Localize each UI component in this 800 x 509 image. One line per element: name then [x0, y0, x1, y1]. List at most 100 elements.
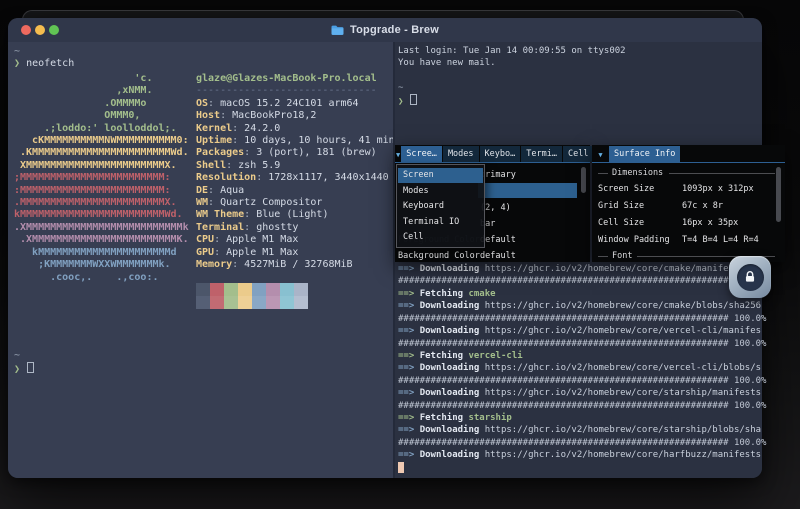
window-titlebar[interactable]: Topgrade - Brew: [8, 18, 762, 43]
ascii-art-line: XMMMMMMMMMMMMMMMMMMMMMMMX.: [14, 160, 189, 172]
palette-swatch: [280, 283, 294, 296]
ascii-art-line: .KMMMMMMMMMMMMMMMMMMMMMMMWd.: [14, 147, 189, 159]
neofetch-user-host: glaze@Glazes-MacBook-Pro.local: [196, 73, 395, 85]
ascii-art-line: :MMMMMMMMMMMMMMMMMMMMMMMM:: [14, 185, 189, 197]
neofetch-info-row: Host: MacBookPro18,2: [196, 110, 395, 122]
selected-table-row[interactable]: [478, 183, 577, 198]
tab-termi[interactable]: Termi…: [521, 146, 562, 162]
surface-info-panel[interactable]: ▼ Surface Info Dimensions Screen Size109…: [592, 145, 785, 262]
collapse-arrow-icon[interactable]: ▼: [593, 147, 608, 162]
surface-info-label: Cell Size: [598, 218, 644, 228]
section-title: Dimensions: [612, 168, 663, 178]
ascii-art-line: ;MMMMMMMMMMMMMMMMMMMMMMMM:: [14, 172, 189, 184]
window-title: Topgrade - Brew: [350, 24, 439, 36]
terminal-pane-left[interactable]: ~ ❯ neofetch 'c. ,xNMM. .OMMMMo OMMM0, .…: [8, 42, 393, 478]
command-text: neofetch: [26, 58, 74, 69]
brew-output-line: ==> Downloading https://ghcr.io/v2/homeb…: [398, 263, 766, 275]
dropdown-item-modes[interactable]: Modes: [398, 184, 483, 199]
separator-line: [598, 256, 608, 257]
dropdown-item-keyboard[interactable]: Keyboard: [398, 199, 483, 214]
brew-output-line: ==> Downloading https://ghcr.io/v2/homeb…: [398, 424, 766, 436]
palette-swatch: [210, 283, 224, 296]
palette-swatch: [280, 296, 294, 309]
tab-cell[interactable]: Cell: [563, 146, 593, 162]
surface-info-value: 16px x 35px: [682, 218, 738, 228]
neofetch-info-row: OS: macOS 15.2 24C101 arm64: [196, 98, 395, 110]
brew-output-line: ==> Downloading https://ghcr.io/v2/homeb…: [398, 449, 766, 461]
ascii-art-line: .OMMMMo: [14, 98, 189, 110]
palette-swatch: [238, 283, 252, 296]
ascii-art-line: .MMMMMMMMMMMMMMMMMMMMMMMMX.: [14, 197, 189, 209]
palette-swatch: [224, 283, 238, 296]
brew-output-line: ==> Downloading https://ghcr.io/v2/homeb…: [398, 362, 766, 374]
separator-line: [669, 173, 775, 174]
surface-info-label: Window Padding: [598, 235, 670, 245]
section-title: Font: [612, 251, 632, 261]
scrollbar[interactable]: [581, 167, 586, 193]
inspector-panel[interactable]: ▼ Scree…ModesKeybo…Termi…Cell primary(2,…: [395, 145, 590, 262]
ascii-art-line: cKMMMMMMMMMMNWMMMMMMMMMM0:: [14, 135, 189, 147]
neofetch-info-row: WM: Quartz Compositor: [196, 197, 395, 209]
brew-output-line: ==> Fetching vercel-cli: [398, 350, 766, 362]
tab-keybo[interactable]: Keybo…: [480, 146, 521, 162]
ascii-art-line: OMMM0,: [14, 110, 189, 122]
neofetch-info-row: Terminal: ghostty: [196, 222, 395, 234]
neofetch-info-row: WM Theme: Blue (Light): [196, 209, 395, 221]
neofetch-info-row: Resolution: 1728x1117, 3440x1440: [196, 172, 395, 184]
neofetch-info: glaze@Glazes-MacBook-Pro.local ---------…: [196, 73, 395, 272]
tab-surface-info[interactable]: Surface Info: [609, 146, 680, 162]
neofetch-ascii-art: 'c. ,xNMM. .OMMMMo OMMM0, .;loddo:' lool…: [14, 73, 189, 284]
brew-output-line: ########################################…: [398, 313, 766, 325]
brew-output-line: ==> Downloading https://ghcr.io/v2/homeb…: [398, 300, 766, 312]
dropdown-item-screen[interactable]: Screen: [398, 168, 483, 183]
surface-info-value: 67c x 8r: [682, 201, 723, 211]
table-row-label: Background Color: [398, 251, 480, 261]
brew-output-line: ########################################…: [398, 275, 766, 287]
surface-info-value: T=4 B=4 L=4 R=4: [682, 235, 759, 245]
dropdown-item-cell[interactable]: Cell: [398, 230, 483, 245]
brew-output-line: ==> Downloading https://ghcr.io/v2/homeb…: [398, 325, 766, 337]
neofetch-info-row: Kernel: 24.2.0: [196, 123, 395, 135]
palette-swatch: [252, 283, 266, 296]
lock-overlay-button[interactable]: [729, 256, 771, 298]
brew-output-line: ==> Fetching cmake: [398, 288, 766, 300]
neofetch-info-row: GPU: Apple M1 Max: [196, 247, 395, 259]
terminal-cursor-block: [398, 462, 404, 473]
ascii-art-line: .;loddo:' loolloddol;.: [14, 123, 189, 135]
terminal-cursor-hollow: [410, 94, 417, 105]
brew-output-line: ########################################…: [398, 375, 766, 387]
brew-output-line: ==> Fetching starship: [398, 412, 766, 424]
neofetch-info-row: Memory: 4527MiB / 32768MiB: [196, 259, 395, 271]
scrollbar[interactable]: [776, 167, 781, 222]
palette-swatch: [294, 296, 308, 309]
brew-output-line: ########################################…: [398, 437, 766, 449]
palette-swatch: [238, 296, 252, 309]
terminal-cursor-hollow: [27, 362, 34, 373]
table-row-value: default: [480, 251, 516, 261]
prompt-path-line: ~: [14, 350, 20, 362]
desktop: { "colors": { "green": "#a3be8c", "yello…: [0, 0, 800, 509]
brew-output-line: ==> Downloading https://ghcr.io/v2/homeb…: [398, 387, 766, 399]
table-row-value: default: [480, 235, 516, 245]
surface-info-tabbar: ▼ Surface Info: [592, 145, 785, 163]
palette-swatch: [266, 283, 280, 296]
surface-info-label: Grid Size: [598, 201, 644, 211]
palette-swatch: [294, 283, 308, 296]
neofetch-info-row: Packages: 3 (port), 181 (brew): [196, 147, 395, 159]
command-line: ❯ neofetch: [14, 58, 74, 70]
mail-notice-line: You have new mail.: [398, 57, 496, 69]
palette-swatch: [210, 296, 224, 309]
neofetch-info-row: Shell: zsh 5.9: [196, 160, 395, 172]
window-title-area: Topgrade - Brew: [8, 18, 762, 42]
collapse-arrow-icon[interactable]: ▼: [396, 147, 400, 162]
palette-swatch: [224, 296, 238, 309]
prompt-line: ❯: [14, 362, 34, 376]
palette-swatch: [266, 296, 280, 309]
dropdown-item-terminalio[interactable]: Terminal IO: [398, 215, 483, 230]
tab-scree[interactable]: Scree…: [401, 146, 442, 162]
ascii-art-line: ;KMMMMMMMWXXWMMMMMMMk.: [14, 259, 189, 271]
tab-modes[interactable]: Modes: [443, 146, 479, 162]
separator-line: [598, 173, 608, 174]
prompt-path-line: ~: [14, 46, 20, 58]
palette-swatch: [196, 283, 210, 296]
